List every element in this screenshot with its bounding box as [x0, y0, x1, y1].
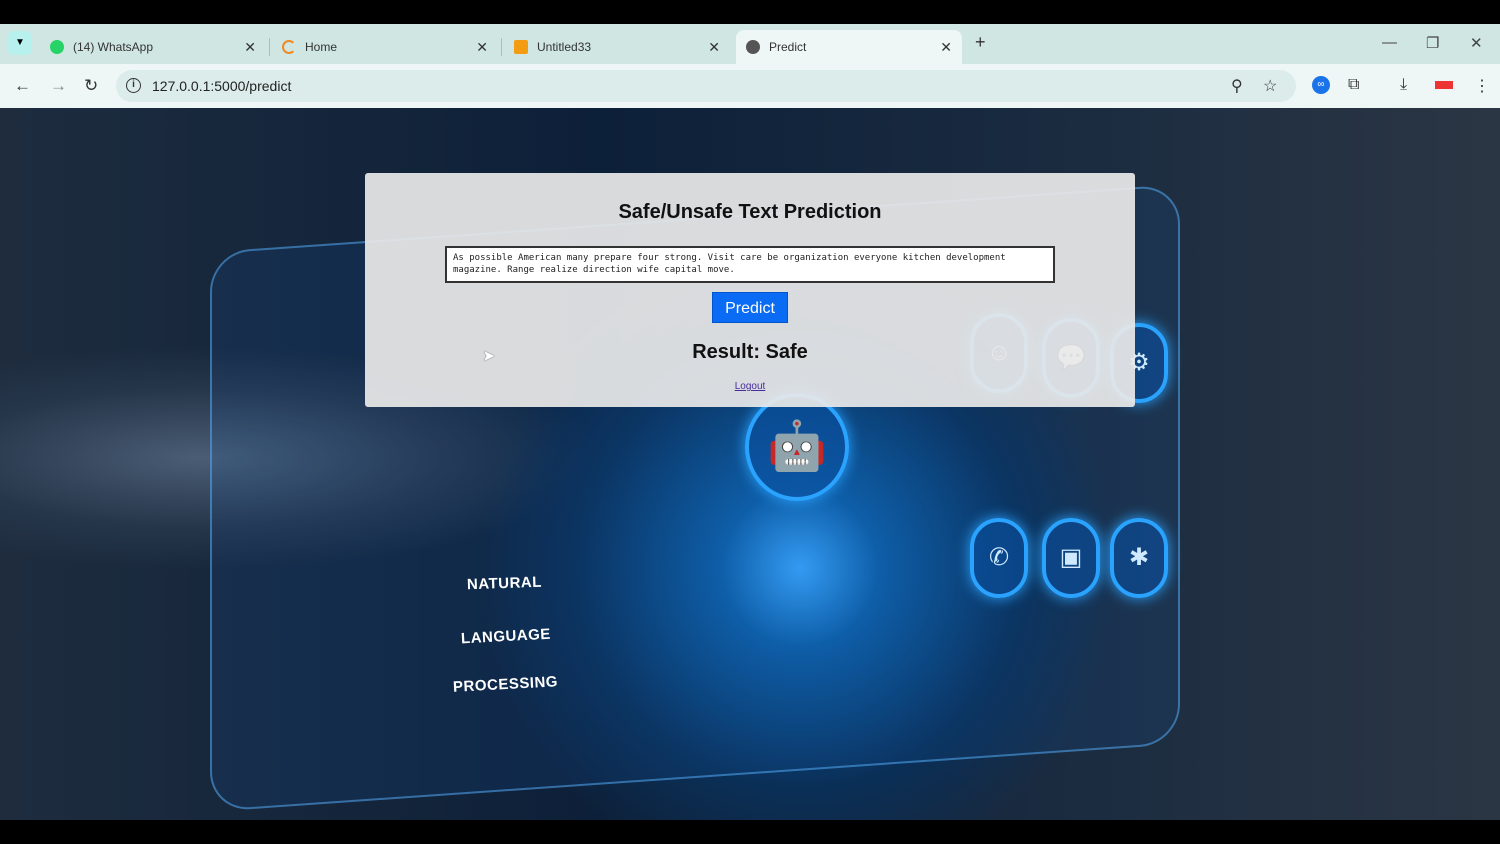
screen-top-bar [0, 0, 1500, 24]
whatsapp-icon [50, 40, 64, 54]
prediction-card: Safe/Unsafe Text Prediction As possible … [365, 173, 1135, 407]
tab-strip: ▼ (14) WhatsApp ✕ Home ✕ Untitled33 ✕ Predi… [0, 24, 1500, 64]
back-button[interactable]: ← [14, 76, 31, 96]
tab-label: Predict [769, 40, 807, 54]
network-icon: ✱ [1110, 518, 1168, 598]
close-tab-icon[interactable]: ✕ [940, 39, 952, 56]
url-input[interactable]: 127.0.0.1:5000/predict [116, 70, 1296, 102]
notebook-icon [514, 40, 528, 54]
background-word: NATURAL [466, 573, 543, 594]
predict-button[interactable]: Predict [712, 292, 788, 323]
minimize-button[interactable]: — [1382, 34, 1397, 51]
robot-icon: 🤖 [745, 393, 849, 501]
tab-search-button[interactable]: ▼ [8, 31, 32, 55]
mouse-cursor: ➤ [482, 348, 496, 365]
reload-button[interactable]: ↻ [84, 76, 98, 96]
forward-button[interactable]: → [50, 76, 67, 96]
menu-icon[interactable]: ⋮ [1474, 76, 1490, 96]
extensions-puzzle-icon[interactable]: ⧉ [1348, 76, 1359, 94]
url-text: 127.0.0.1:5000/predict [152, 78, 292, 94]
tab-predict[interactable]: Predict ✕ [736, 30, 962, 64]
zoom-icon[interactable]: ⚲ [1231, 76, 1243, 96]
text-input[interactable]: As possible American many prepare four s… [445, 246, 1055, 283]
phone-icon: ✆ [970, 518, 1028, 598]
restore-button[interactable]: ❐ [1426, 34, 1439, 52]
bookmark-star-icon[interactable]: ☆ [1263, 76, 1277, 96]
profile-extension-icon[interactable] [1435, 81, 1453, 89]
tab-home[interactable]: Home ✕ [272, 30, 498, 64]
ai-chip-icon: ▣ [1042, 518, 1100, 598]
tab-label: (14) WhatsApp [73, 40, 154, 54]
close-tab-icon[interactable]: ✕ [476, 39, 488, 56]
tab-label: Home [305, 40, 338, 54]
close-tab-icon[interactable]: ✕ [244, 39, 256, 56]
new-tab-button[interactable]: + [975, 32, 986, 53]
loading-icon [282, 40, 296, 54]
close-window-button[interactable]: ✕ [1470, 34, 1483, 52]
page-title: Safe/Unsafe Text Prediction [618, 201, 882, 223]
tab-whatsapp[interactable]: (14) WhatsApp ✕ [40, 30, 266, 64]
tab-label: Untitled33 [537, 40, 592, 54]
screen-bottom-bar [0, 820, 1500, 844]
logout-link[interactable]: Logout [735, 381, 766, 392]
result-text: Result: Safe [692, 341, 808, 363]
tab-untitled33[interactable]: Untitled33 ✕ [504, 30, 730, 64]
close-tab-icon[interactable]: ✕ [708, 39, 720, 56]
extension-icon[interactable]: ∞ [1312, 76, 1330, 94]
download-icon[interactable]: ⤓ [1400, 76, 1407, 94]
globe-icon [746, 40, 760, 54]
site-info-icon[interactable]: i [126, 78, 141, 93]
